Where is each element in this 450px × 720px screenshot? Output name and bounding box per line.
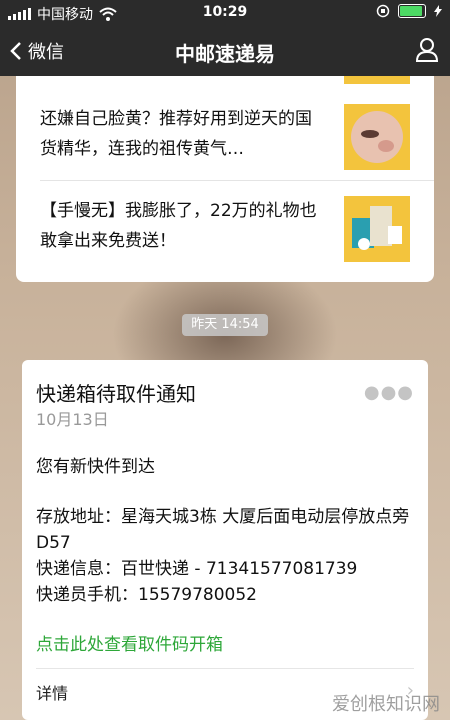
article-thumbnail — [344, 196, 410, 262]
page-title: 中邮速递易 — [175, 42, 275, 66]
watermark-text: 爱创根知识网 — [332, 694, 440, 715]
article-title: 还嫌自己脸黄？推荐好用到逆天的国货精华，连我的祖传黄气… — [40, 109, 312, 159]
address-text: 存放地址：星海天城3栋 大厦后面电动层停放点旁D57 — [36, 507, 410, 553]
courier-info-text: 快递信息：百世快递 - 71341577081739 — [36, 559, 358, 579]
notification-date: 10月13日 — [36, 410, 109, 429]
greeting-text: 您有新快件到达 — [36, 457, 155, 477]
pickup-notification-card[interactable]: 快递箱待取件通知 ●●● 10月13日 您有新快件到达 存放地址：星海天城3栋 … — [22, 360, 428, 720]
profile-button[interactable] — [415, 38, 439, 66]
card-divider — [36, 668, 414, 669]
article-thumbnail — [344, 104, 410, 170]
article-title: 【手慢无】我膨胀了，22万的礼物也敢拿出来免费送！ — [40, 201, 317, 251]
details-link[interactable]: 详情 — [36, 680, 68, 704]
message-timestamp: 昨天 14:54 — [182, 314, 268, 336]
article-divider — [40, 180, 434, 181]
battery-icon — [398, 4, 426, 18]
article-thumbnail-partial — [344, 76, 410, 84]
notification-body: 您有新快件到达 存放地址：星海天城3栋 大厦后面电动层停放点旁D57 快递信息：… — [36, 454, 416, 608]
person-icon — [415, 38, 439, 62]
navigation-bar: 微信 中邮速递易 — [0, 26, 450, 76]
status-bar: 中国移动 10:29 — [0, 0, 450, 26]
article-item[interactable]: 还嫌自己脸黄？推荐好用到逆天的国货精华，连我的祖传黄气… — [40, 104, 410, 170]
open-pickup-code-link[interactable]: 点击此处查看取件码开箱 — [36, 630, 223, 655]
more-options-icon[interactable]: ●●● — [364, 382, 414, 403]
article-item[interactable]: 【手慢无】我膨胀了，22万的礼物也敢拿出来免费送！ — [40, 196, 410, 262]
charging-icon — [434, 5, 442, 17]
article-list-card: 还嫌自己脸黄？推荐好用到逆天的国货精华，连我的祖传黄气… 【手慢无】我膨胀了，2… — [16, 76, 434, 282]
rotation-lock-icon — [376, 4, 390, 18]
courier-phone-text: 快递员手机：15579780052 — [36, 585, 257, 605]
notification-title: 快递箱待取件通知 — [36, 382, 196, 406]
